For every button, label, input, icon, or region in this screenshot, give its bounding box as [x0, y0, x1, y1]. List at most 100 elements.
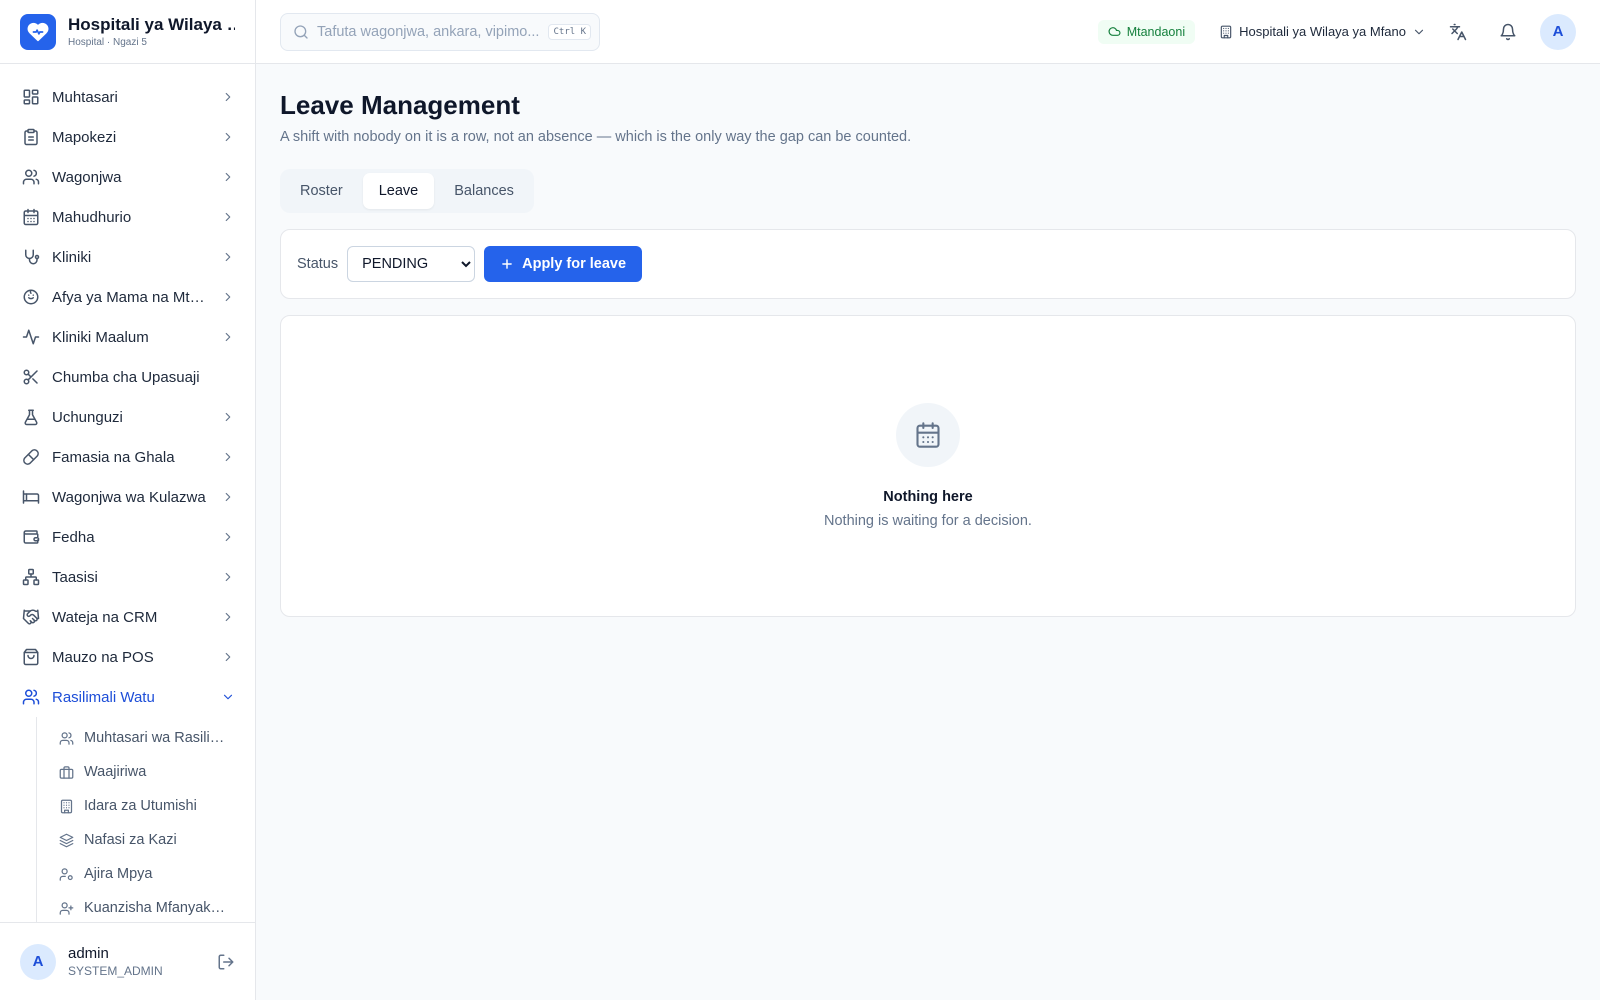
sidebar-item-label: Taasisi — [52, 568, 98, 586]
tab-roster[interactable]: Roster — [284, 173, 359, 209]
chevron-right-icon — [221, 450, 235, 464]
search-box: Ctrl K — [280, 12, 600, 51]
user-role: SYSTEM_ADMIN — [68, 964, 163, 978]
page-content: Leave Management A shift with nobody on … — [256, 64, 1600, 641]
user-name: admin — [68, 945, 109, 962]
chevron-right-icon — [221, 170, 235, 184]
status-filter-label: Status — [297, 256, 339, 272]
language-button[interactable] — [1440, 14, 1476, 50]
sidebar-subitem-idara-za-utumishi[interactable]: Idara za Utumishi — [59, 789, 255, 823]
chevron-right-icon — [221, 250, 235, 264]
sidebar-item-uchunguzi[interactable]: Uchunguzi — [0, 397, 255, 437]
sidebar-subitem-label: Ajira Mpya — [84, 866, 153, 882]
status-select[interactable]: PENDING — [347, 246, 476, 282]
chevron-right-icon — [221, 610, 235, 624]
sidebar-subitem-label: Idara za Utumishi — [84, 798, 197, 814]
page-subtitle: A shift with nobody on it is a row, not … — [280, 129, 912, 145]
layers-icon — [59, 833, 74, 848]
bell-icon — [1500, 23, 1516, 40]
top-avatar[interactable]: A — [1540, 13, 1576, 50]
chevron-right-icon — [221, 90, 235, 104]
sidebar-item-kliniki[interactable]: Kliniki — [0, 237, 255, 277]
sidebar-subitem-waajiriwa[interactable]: Waajiriwa — [59, 755, 255, 789]
chevron-down-icon — [1412, 25, 1426, 39]
status-badge: Mtandaoni — [1097, 19, 1196, 44]
pill-icon — [22, 448, 40, 466]
plus-icon — [500, 257, 514, 271]
calendar-icon — [22, 208, 40, 226]
sidebar-subitem-label: Kuanzisha Mfanyakazi — [84, 900, 228, 916]
sidebar-item-kliniki-maalum[interactable]: Kliniki Maalum — [0, 317, 255, 357]
heart-logo-icon — [20, 13, 56, 50]
facility-name: Hospitali ya Wilaya ya Mfano — [1239, 24, 1406, 39]
user-info: admin SYSTEM_ADMIN — [68, 945, 205, 978]
cloud-icon — [1108, 25, 1121, 38]
sidebar-item-label: Uchunguzi — [52, 408, 123, 426]
sidebar-item-label: Muhtasari — [52, 88, 118, 106]
wallet-icon — [22, 528, 40, 546]
avatar[interactable]: A — [20, 943, 56, 980]
logout-icon[interactable] — [217, 953, 235, 971]
sidebar-subitem-muhtasari-hr[interactable]: Muhtasari wa Rasilimali Watu — [59, 721, 255, 755]
sidebar-item-muhtasari[interactable]: Muhtasari — [0, 77, 255, 117]
tab-balances[interactable]: Balances — [438, 173, 530, 209]
apply-for-leave-label: Apply for leave — [522, 256, 627, 272]
scissors-icon — [22, 368, 40, 386]
stethoscope-icon — [22, 248, 40, 266]
user-profile: A admin SYSTEM_ADMIN — [0, 922, 255, 1000]
brand-header[interactable]: Hospitali ya Wilaya ya Mfano Hospital · … — [0, 0, 255, 64]
bed-icon — [22, 488, 40, 506]
sidebar-item-label: Afya ya Mama na Mtoto — [52, 288, 209, 306]
sidebar-item-label: Famasia na Ghala — [52, 448, 175, 466]
chevron-right-icon — [221, 210, 235, 224]
activity-icon — [22, 328, 40, 346]
notifications-button[interactable] — [1490, 14, 1526, 50]
sidebar-item-label: Rasilimali Watu — [52, 688, 155, 706]
sidebar-item-mauzo-na-pos[interactable]: Mauzo na POS — [0, 637, 255, 677]
users-icon — [22, 688, 40, 706]
sidebar-item-wagonjwa[interactable]: Wagonjwa — [0, 157, 255, 197]
sidebar-item-mahudhurio[interactable]: Mahudhurio — [0, 197, 255, 237]
sidebar-item-afya-ya-mama[interactable]: Afya ya Mama na Mtoto — [0, 277, 255, 317]
brand-text: Hospitali ya Wilaya ya Mfano Hospital · … — [68, 15, 235, 48]
sidebar-item-chumba-cha-upasuaji[interactable]: Chumba cha Upasuaji — [0, 357, 255, 397]
users-icon — [22, 168, 40, 186]
sidebar-item-label: Fedha — [52, 528, 95, 546]
tab-leave[interactable]: Leave — [362, 173, 435, 209]
sidebar-item-label: Mahudhurio — [52, 208, 132, 226]
sidebar-subitem-label: Muhtasari wa Rasilimali Watu — [84, 730, 228, 746]
chevron-right-icon — [221, 570, 235, 584]
flask-icon — [22, 408, 40, 426]
chevron-right-icon — [221, 530, 235, 544]
sidebar-item-label: Mauzo na POS — [52, 648, 154, 666]
building-icon — [1219, 25, 1233, 39]
sidebar-item-taasisi[interactable]: Taasisi — [0, 557, 255, 597]
brand-title: Hospitali ya Wilaya ya Mfano — [68, 15, 235, 34]
briefcase-icon — [59, 765, 74, 780]
users-icon — [59, 731, 74, 746]
chevron-right-icon — [221, 490, 235, 504]
user-cog-icon — [59, 867, 74, 882]
chevron-right-icon — [221, 650, 235, 664]
sidebar-item-label: Wateja na CRM — [52, 608, 158, 626]
sidebar-nav: Muhtasari Mapokezi Wagonjwa Mahudhurio K… — [0, 64, 255, 922]
chevron-right-icon — [221, 130, 235, 144]
sidebar-item-mapokezi[interactable]: Mapokezi — [0, 117, 255, 157]
sidebar-item-label: Kliniki Maalum — [52, 328, 149, 346]
sidebar-item-fedha[interactable]: Fedha — [0, 517, 255, 557]
search-input[interactable] — [317, 23, 541, 40]
user-plus-icon — [59, 901, 74, 916]
sidebar-subitem-ajira-mpya[interactable]: Ajira Mpya — [59, 857, 255, 891]
facility-switcher[interactable]: Hospitali ya Wilaya ya Mfano — [1219, 24, 1426, 39]
sidebar: Hospitali ya Wilaya ya Mfano Hospital · … — [0, 0, 256, 1000]
sidebar-item-wagonjwa-wa-kulazwa[interactable]: Wagonjwa wa Kulazwa — [0, 477, 255, 517]
empty-state-title: Nothing here — [883, 489, 973, 505]
sidebar-item-famasia-na-ghala[interactable]: Famasia na Ghala — [0, 437, 255, 477]
sidebar-subitem-nafasi-za-kazi[interactable]: Nafasi za Kazi — [59, 823, 255, 857]
sidebar-item-wateja-na-crm[interactable]: Wateja na CRM — [0, 597, 255, 637]
chevron-right-icon — [221, 410, 235, 424]
sidebar-subitem-kuanzisha-mfanyakazi[interactable]: Kuanzisha Mfanyakazi — [59, 891, 255, 922]
sidebar-item-rasilimali-watu[interactable]: Rasilimali Watu — [0, 677, 255, 717]
clipboard-icon — [22, 128, 40, 146]
apply-for-leave-button[interactable]: Apply for leave — [484, 246, 643, 282]
